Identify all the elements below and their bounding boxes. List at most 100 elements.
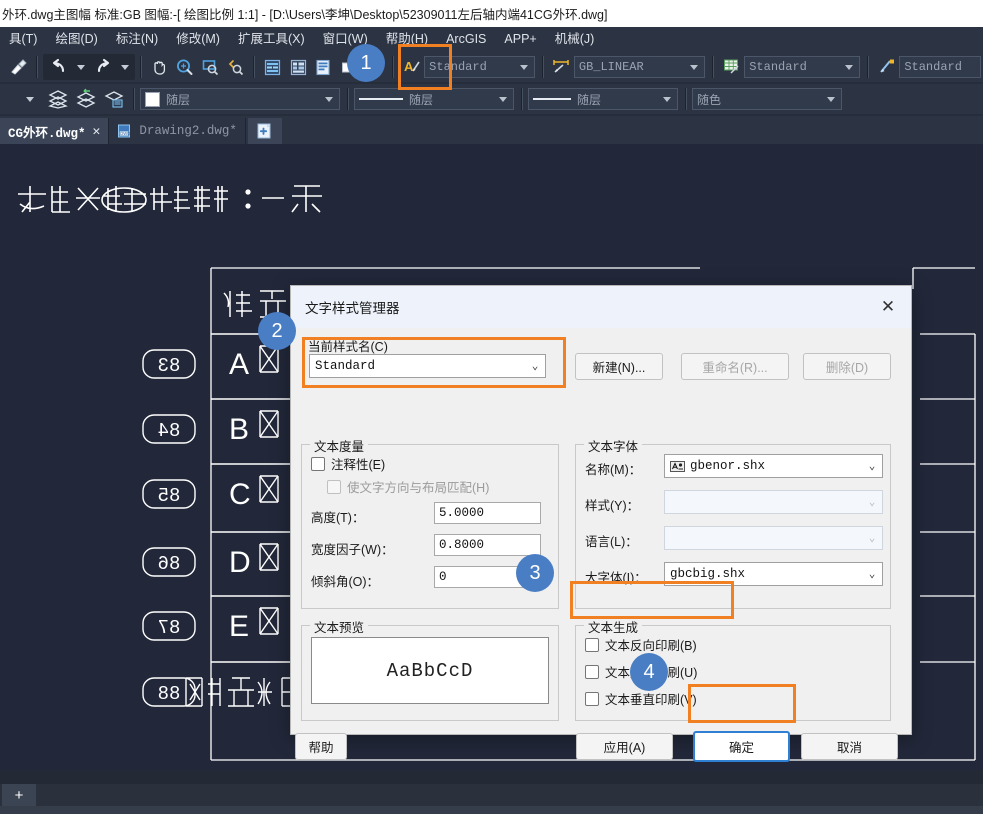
redo-icon[interactable] — [90, 55, 116, 79]
text-font-legend: 文本字体 — [584, 436, 643, 455]
chevron-down-icon: ⌄ — [868, 497, 876, 509]
dimension-style-icon[interactable] — [550, 55, 573, 79]
chevron-down-icon[interactable]: ⌄ — [864, 459, 880, 473]
close-icon[interactable]: ✕ — [93, 124, 101, 139]
undo-redo-group — [42, 54, 135, 80]
close-icon[interactable]: ✕ — [873, 293, 903, 321]
menu-item-modify[interactable]: 修改(M) — [167, 27, 229, 52]
current-style-select[interactable]: Standard ⌄ — [309, 354, 546, 378]
table-style-combo[interactable]: Standard — [744, 56, 860, 78]
help-button[interactable]: 帮助 — [295, 733, 347, 760]
layer-combo[interactable]: 随层 — [140, 88, 340, 110]
svg-text:B: B — [229, 413, 249, 446]
svg-text:87: 87 — [158, 617, 181, 639]
add-layout-button[interactable]: + — [2, 784, 36, 806]
layout-tab-bar — [0, 784, 983, 806]
height-input[interactable]: 5.0000 — [434, 502, 541, 524]
font-style-select: ⌄ — [664, 490, 883, 514]
dimension-style-combo-value: GB_LINEAR — [578, 60, 644, 74]
layer-list-icon[interactable] — [312, 55, 335, 79]
ok-button[interactable]: 确定 — [693, 731, 790, 762]
bigfont-select[interactable]: gbcbig.shx ⌄ — [664, 562, 883, 586]
lineweight-combo-chevron-down-icon[interactable] — [823, 89, 839, 109]
match-orientation-checkbox — [327, 479, 341, 494]
font-name-select[interactable]: gbenor.shx ⌄ — [664, 454, 883, 478]
svg-text:83: 83 — [158, 355, 181, 377]
layer-properties-manager-icon[interactable] — [261, 55, 284, 79]
annotative-checkbox-row[interactable]: 注释性(E) — [311, 454, 385, 473]
match-properties-icon[interactable] — [6, 55, 29, 79]
layer-states-icon[interactable] — [286, 55, 309, 79]
text-style-combo[interactable]: Standard — [424, 56, 535, 78]
upsidedown-checkbox[interactable] — [585, 664, 599, 679]
multileader-style-combo-value: Standard — [904, 60, 962, 74]
undo-dropdown-icon[interactable] — [76, 64, 85, 70]
layer-unisolate-icon[interactable] — [73, 87, 99, 111]
linetype-combo-chevron-down-icon[interactable] — [659, 89, 675, 109]
vertical-checkbox-row[interactable]: 文本垂直印刷(V) — [585, 689, 697, 708]
text-measure-legend: 文本度量 — [310, 436, 369, 455]
menu-item-help[interactable]: 帮助(H) — [377, 27, 437, 52]
font-name-value: gbenor.shx — [690, 459, 766, 473]
layer-manager-icon[interactable] — [101, 87, 127, 111]
svg-text:88: 88 — [158, 683, 181, 705]
layer-combo-chevron-down-icon[interactable] — [321, 89, 337, 109]
menu-item-dimension[interactable]: 标注(N) — [107, 27, 167, 52]
lineweight-combo[interactable]: 随色 — [692, 88, 842, 110]
redo-dropdown-icon[interactable] — [120, 64, 129, 70]
cancel-button[interactable]: 取消 — [801, 733, 898, 760]
table-style-icon[interactable] — [720, 55, 743, 79]
toolbar-primary: A Standard GB_LINEAR Standard Standard — [0, 52, 983, 82]
menu-item-express-tools[interactable]: 扩展工具(X) — [229, 27, 314, 52]
linetype-preview-icon — [533, 98, 571, 100]
dialog-title-bar: 文字样式管理器 ✕ — [291, 286, 911, 328]
color-combo[interactable]: 随层 — [354, 88, 514, 110]
pan-hand-icon[interactable] — [148, 55, 171, 79]
linetype-combo[interactable]: 随层 — [528, 88, 678, 110]
current-style-label: 当前样式名(C) — [308, 340, 388, 354]
dialog-title: 文字样式管理器 — [305, 301, 400, 316]
vertical-checkbox[interactable] — [585, 691, 599, 706]
layer-overflow-chevron-down-icon[interactable] — [26, 96, 34, 102]
text-style-combo-value: Standard — [429, 60, 487, 74]
backwards-checkbox-row[interactable]: 文本反向印刷(B) — [585, 635, 697, 654]
undo-icon[interactable] — [46, 55, 72, 79]
annotative-checkbox[interactable] — [311, 456, 325, 471]
chevron-down-icon: ⌄ — [868, 533, 876, 545]
svg-text:E: E — [229, 610, 249, 643]
text-style-combo-chevron-down-icon[interactable] — [516, 57, 532, 77]
table-style-combo-chevron-down-icon[interactable] — [841, 57, 857, 77]
new-document-tab-button[interactable] — [247, 118, 282, 144]
chevron-down-icon[interactable]: ⌄ — [864, 567, 880, 581]
current-style-value: Standard — [315, 359, 376, 373]
menu-item-app-plus[interactable]: APP+ — [495, 27, 545, 52]
menu-item-mechanical[interactable]: 机械(J) — [546, 27, 604, 52]
document-tab-label: CG外环.dwg* — [8, 126, 86, 141]
layer-isolate-icon[interactable] — [45, 87, 71, 111]
dimension-style-combo[interactable]: GB_LINEAR — [573, 56, 705, 78]
new-style-button[interactable]: 新建(N)... — [575, 353, 663, 380]
zoom-window-icon[interactable] — [198, 55, 221, 79]
apply-button[interactable]: 应用(A) — [576, 733, 673, 760]
font-name-label: 名称(M)： — [585, 463, 642, 477]
multileader-style-combo[interactable]: Standard — [899, 56, 981, 78]
window-title-bar: 外环.dwg主图幅 标准:GB 图幅:-[ 绘图比例 1:1] - [D:\Us… — [0, 0, 983, 27]
zoom-realtime-icon[interactable] — [173, 55, 196, 79]
menu-item-draw[interactable]: 绘图(D) — [46, 27, 106, 52]
chevron-down-icon[interactable]: ⌄ — [527, 359, 543, 373]
width-factor-input[interactable]: 0.8000 — [434, 534, 541, 556]
text-preview-sample: AaBbCcD — [386, 659, 474, 682]
multileader-style-icon[interactable] — [875, 55, 898, 79]
zoom-previous-icon[interactable] — [224, 55, 247, 79]
text-style-icon[interactable]: A — [400, 55, 423, 79]
document-tab-cg-outer-ring[interactable]: CG外环.dwg* ✕ — [0, 118, 110, 144]
backwards-checkbox[interactable] — [585, 637, 599, 652]
svg-text:DWG: DWG — [121, 131, 131, 136]
menu-item-arcgis[interactable]: ArcGIS — [437, 27, 495, 52]
document-tab-drawing2[interactable]: DWG Drawing2.dwg* — [109, 118, 246, 144]
dimension-style-combo-chevron-down-icon[interactable] — [686, 57, 702, 77]
menu-item-tools[interactable]: 具(T) — [0, 27, 46, 52]
color-combo-chevron-down-icon[interactable] — [495, 89, 511, 109]
rename-style-button: 重命名(R)... — [681, 353, 789, 380]
step-badge-1: 1 — [347, 44, 385, 82]
